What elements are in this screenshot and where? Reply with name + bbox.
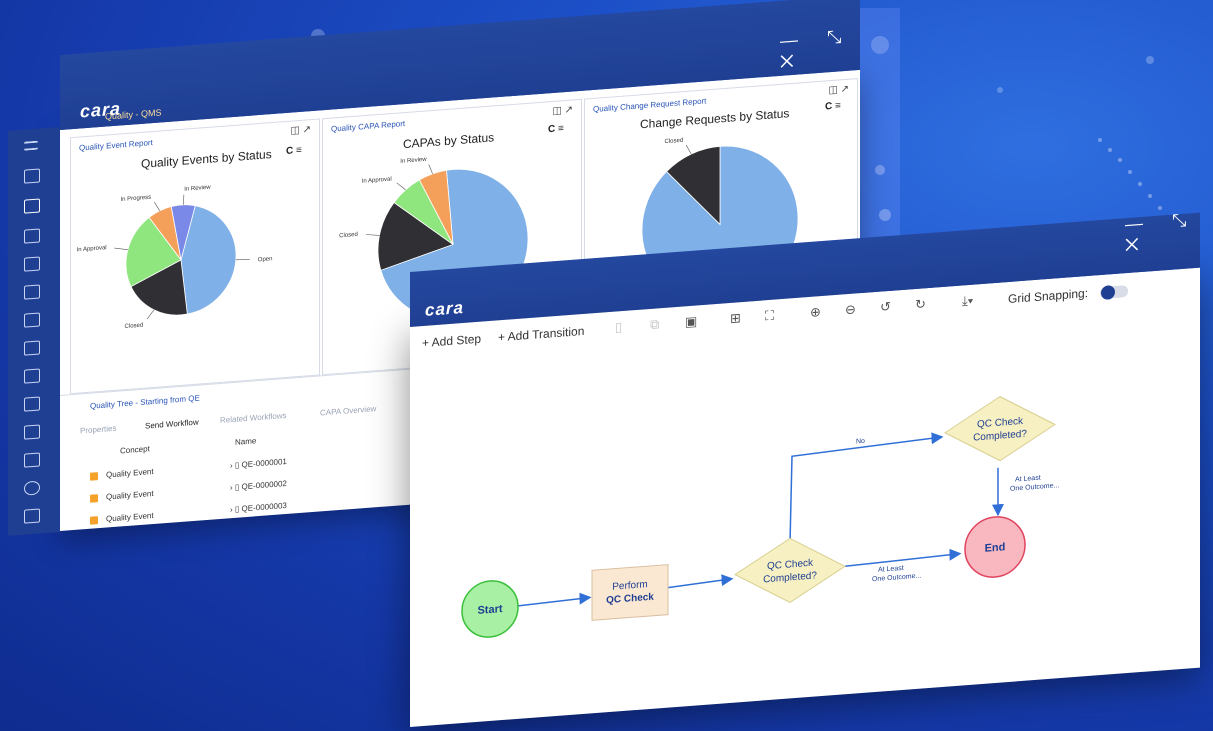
send-workflow-button[interactable]: Send Workflow (145, 418, 199, 431)
tag-icon[interactable] (24, 452, 40, 468)
workflow-canvas[interactable]: Start Perform QC Check QC Check Complete… (410, 308, 1200, 727)
users-icon[interactable] (24, 368, 40, 384)
table-row[interactable]: Quality Event (90, 489, 154, 503)
related-workflows-button[interactable]: Related Workflows (220, 411, 287, 425)
folder-icon (90, 472, 98, 481)
grid-snapping-label: Grid Snapping: (1008, 286, 1089, 307)
panel-title: Quality Event Report (79, 138, 153, 153)
edge-label: At Least (1015, 475, 1041, 484)
calendar-icon[interactable] (24, 340, 40, 356)
decision-node-1[interactable]: QC Check Completed? (734, 534, 846, 606)
home-icon[interactable] (24, 168, 40, 184)
end-label: End (985, 541, 1006, 555)
window-controls[interactable]: — ⤡ ✕ (780, 25, 860, 73)
table-row[interactable]: Quality Event (90, 467, 154, 481)
edge-label-no: No (856, 438, 865, 446)
pie-label: Closed (125, 323, 144, 330)
pie-label-connector (365, 234, 380, 236)
folder-icon (90, 494, 98, 503)
table-row-name[interactable]: › ▯ QE-0000001 (230, 457, 287, 470)
panel-actions-icon[interactable]: ◫ ↗ (828, 84, 849, 97)
pie-label: In Progress (121, 195, 152, 203)
column-name[interactable]: Name (235, 436, 256, 447)
download-icon[interactable]: ⤓▾ (962, 293, 973, 310)
edge-label: One Outcome... (1010, 482, 1059, 493)
cara-logo: cara (425, 297, 464, 320)
delete-icon[interactable]: ▯ (615, 319, 622, 336)
start-label: Start (477, 603, 502, 617)
chart-refresh-menu-icon[interactable]: C ≡ (825, 100, 841, 112)
zoom-out-icon[interactable]: ⊖ (845, 301, 856, 318)
pie-label: Closed (665, 138, 684, 145)
pie-label: Closed (339, 232, 358, 239)
pie-label-connector (396, 182, 406, 191)
perform-qc-check-node[interactable]: Perform QC Check (591, 564, 669, 621)
export-icon[interactable] (24, 508, 40, 524)
edge-perform-to-decision[interactable] (667, 574, 734, 589)
pie-label: In Approval (362, 177, 392, 185)
add-step-button[interactable]: + Add Step (422, 332, 481, 350)
sidebar (8, 127, 60, 536)
panel-title: Quality Tree - Starting from QE (90, 393, 200, 411)
pie-label-connector (183, 194, 185, 205)
fit-view-icon[interactable]: ▣ (685, 313, 697, 330)
pie-label: In Approval (77, 245, 107, 253)
edge-label: One Outcome... (872, 573, 921, 584)
window-controls[interactable]: — ⤡ ✕ (1125, 209, 1200, 257)
pie-label-connector (146, 309, 155, 320)
decision-node-2[interactable]: QC Check Completed? (944, 393, 1056, 465)
add-transition-button[interactable]: + Add Transition (498, 324, 584, 344)
pie-chart-quality-events: Open Closed In Approval In Progress In Revie… (77, 185, 273, 330)
dashboard-icon[interactable] (24, 198, 40, 214)
settings-icon[interactable] (24, 480, 40, 496)
panel-actions-icon[interactable]: ◫ ↗ (290, 124, 311, 137)
chart-refresh-menu-icon[interactable]: C ≡ (548, 123, 564, 135)
zoom-in-icon[interactable]: ⊕ (810, 304, 821, 321)
pie-label-connector (114, 247, 128, 250)
pie-label: Open (258, 256, 273, 263)
panel-title: Quality CAPA Report (331, 119, 406, 134)
inbox-icon[interactable] (24, 284, 40, 300)
grid-snapping-toggle[interactable] (1100, 285, 1128, 300)
menu-icon[interactable] (24, 140, 38, 151)
copy-icon[interactable]: ⧉ (650, 316, 659, 333)
undo-icon[interactable]: ↺ (880, 299, 891, 316)
start-node[interactable]: Start (461, 579, 519, 639)
table-row-name[interactable]: › ▯ QE-0000002 (230, 479, 287, 492)
edge-start-to-perform[interactable] (517, 592, 592, 607)
pie-label-connector (154, 201, 160, 211)
edge-no[interactable] (789, 432, 944, 544)
pie-label: In Review (184, 185, 211, 193)
quality-event-report-panel: Quality Event Report ◫ ↗ Quality Events … (70, 118, 320, 395)
pie-label-connector (685, 144, 692, 155)
table-row-name[interactable]: › ▯ QE-0000003 (230, 501, 287, 514)
reports-icon[interactable] (24, 396, 40, 412)
folder-icon (90, 516, 98, 525)
redo-icon[interactable]: ↻ (915, 296, 926, 313)
document-icon[interactable] (24, 312, 40, 328)
pie-label: In Review (400, 157, 427, 165)
end-node[interactable]: End (964, 515, 1026, 580)
chart-refresh-menu-icon[interactable]: C ≡ (286, 145, 302, 157)
table-row[interactable]: Quality Event (90, 511, 154, 525)
column-concept[interactable]: Concept (120, 444, 150, 455)
capa-overview-button[interactable]: CAPA Overview (320, 404, 376, 417)
workflow-designer-window: cara — ⤡ ✕ + Add Step + Add Transition ▯… (410, 209, 1200, 727)
fullscreen-icon[interactable]: ⛶ (765, 308, 774, 325)
location-icon[interactable] (24, 424, 40, 440)
grid-icon[interactable]: ⊞ (730, 310, 741, 327)
edge-label: At Least (878, 565, 904, 574)
pie-label-connector (428, 164, 433, 174)
panel-title: Quality Change Request Report (593, 96, 707, 114)
panel-actions-icon[interactable]: ◫ ↗ (552, 104, 573, 117)
pie-label-connector (235, 259, 250, 261)
workflow-icon[interactable] (24, 256, 40, 272)
properties-button[interactable]: Properties (80, 424, 116, 436)
binoculars-icon[interactable] (24, 228, 40, 244)
